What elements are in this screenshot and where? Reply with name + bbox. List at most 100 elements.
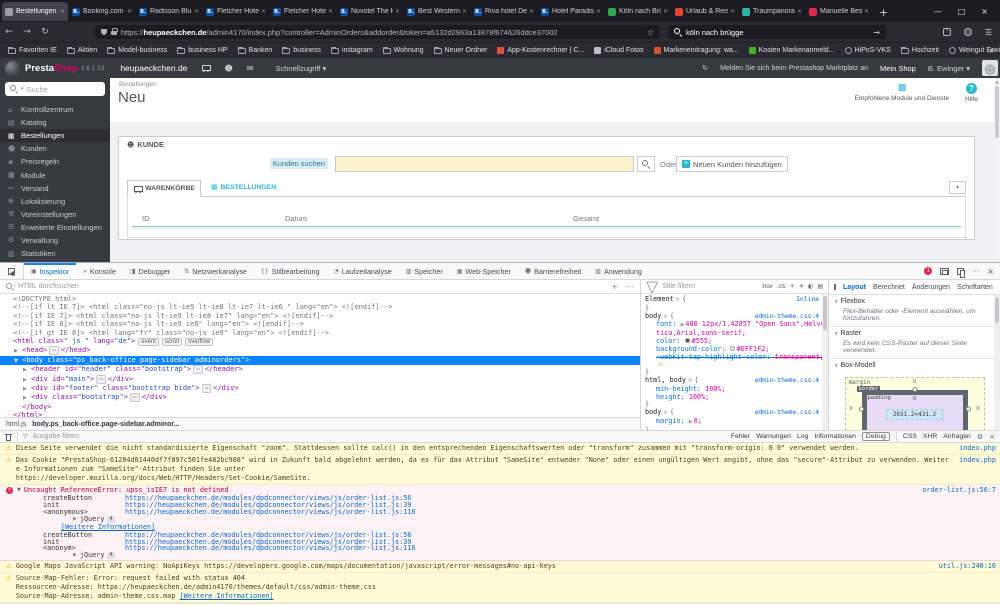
- rule-gear-icon[interactable]: ⚙: [676, 297, 680, 303]
- class-toggle-button[interactable]: .cls: [777, 284, 786, 290]
- devtools-tab[interactable]: Konsole: [76, 263, 123, 279]
- sidebar-menu-item[interactable]: Voreinstellungen: [0, 208, 110, 221]
- rule-selector[interactable]: body: [645, 312, 661, 320]
- console-settings-icon[interactable]: ⚙: [977, 433, 983, 441]
- tab-close-icon[interactable]: ×: [395, 8, 400, 15]
- bookmark-item[interactable]: HiPoS-VKS: [845, 47, 891, 54]
- message-source-link[interactable]: util.js:240:16: [939, 562, 996, 570]
- tab-close-icon[interactable]: ×: [127, 8, 132, 15]
- account-icon[interactable]: [964, 28, 972, 36]
- html-tree-line[interactable]: <!DOCTYPE html>: [0, 295, 640, 303]
- sidebar-menu-item[interactable]: Module: [0, 168, 110, 181]
- bookmark-item[interactable]: Favoriten IE: [8, 47, 57, 54]
- bookmark-item[interactable]: Neuer Ordner: [434, 47, 488, 54]
- search-scope-caret-icon[interactable]: ▾: [21, 86, 24, 92]
- twisty-icon[interactable]: ▶: [23, 385, 31, 393]
- bookmark-item[interactable]: Banken: [238, 47, 273, 54]
- customer-search-button[interactable]: [637, 156, 655, 172]
- search-input[interactable]: köln nach brügge: [686, 28, 869, 37]
- rule-gear-icon[interactable]: ⚙: [688, 378, 692, 384]
- error-count-badge[interactable]: 1: [924, 267, 932, 275]
- twisty-icon[interactable]: ▶: [14, 347, 22, 355]
- console-message[interactable]: ⚠Source-Map-Fehler: Error: request faile…: [0, 573, 1000, 603]
- rule-selector-row[interactable]: InlineElement⚙{: [645, 296, 828, 305]
- devtools-tab[interactable]: Anwendung: [588, 263, 649, 279]
- window-minimize-button[interactable]: —: [934, 7, 942, 16]
- inspector-breadcrumbs[interactable]: html.js body.ps_back-office.page-sidebar…: [0, 417, 640, 430]
- stack-source-link[interactable]: https://heupaeckchen.de/modules/dpdconne…: [125, 509, 416, 516]
- console-filter-button[interactable]: Anfragen: [943, 433, 971, 440]
- add-rule-icon[interactable]: +: [790, 283, 795, 290]
- devtools-tab[interactable]: Web-Speicher: [450, 263, 518, 279]
- message-source-link[interactable]: order-list.js:56:7: [922, 486, 996, 494]
- browser-tab[interactable]: B. Fletcher Hotel- ×: [203, 2, 269, 21]
- tab-carts[interactable]: WARENKÖRBE: [127, 180, 201, 197]
- tab-orders[interactable]: BESTELLUNGEN: [211, 183, 276, 191]
- light-mode-icon[interactable]: ☀: [799, 283, 804, 290]
- html-tree-line[interactable]: <!--[if gt IE 8]> <html lang="fr" class=…: [0, 329, 640, 337]
- html-tree-line[interactable]: ▼<body class="ps_back-office page-sideba…: [0, 356, 640, 365]
- console-close-icon[interactable]: ×: [989, 433, 995, 441]
- panel-collapse-button[interactable]: ▾: [949, 181, 966, 194]
- console-filter-button[interactable]: CSS: [903, 433, 917, 440]
- column-header-total[interactable]: Gesamt: [573, 214, 599, 223]
- tab-close-icon[interactable]: ×: [261, 8, 266, 15]
- devtools-tab[interactable]: Stilbearbeitung: [254, 263, 327, 279]
- stack-group[interactable]: ▶jQuery4: [17, 552, 914, 559]
- back-button[interactable]: ←: [0, 27, 18, 37]
- devtools-tab[interactable]: Netzwerkanalyse: [177, 263, 254, 279]
- sidebar-menu-item[interactable]: Katalog: [0, 116, 110, 129]
- console-filter-button[interactable]: Log: [797, 433, 808, 440]
- markup-menu-icon[interactable]: ⋯: [626, 282, 634, 291]
- tab-close-icon[interactable]: ×: [529, 8, 534, 15]
- layout-scrollbar[interactable]: [994, 295, 1000, 430]
- pseudo-class-button[interactable]: :hov: [761, 284, 772, 290]
- sidebar-search-input[interactable]: ▾ Suche: [5, 82, 105, 96]
- sidebar-menu-item[interactable]: Erweiterte Einstellungen: [0, 221, 110, 234]
- box-model-diagram[interactable]: margin 0 0 0 border padding 0 2031.2×431…: [845, 377, 985, 430]
- tab-close-icon[interactable]: ×: [596, 8, 601, 15]
- clear-console-icon[interactable]: [5, 433, 12, 441]
- bookmark-item[interactable]: Aktien: [67, 47, 97, 54]
- html-tree-line[interactable]: ▶<div id="footer" class="bootstrap hide"…: [0, 384, 640, 393]
- bookmark-item[interactable]: business: [282, 47, 321, 54]
- browser-tab[interactable]: B. Fletcher Hotel F ×: [270, 2, 336, 21]
- help-button[interactable]: ? Hilfe: [965, 83, 978, 103]
- rule-source-link[interactable]: admin-theme.css:4: [755, 313, 828, 321]
- bookmark-item[interactable]: Wohnung: [383, 47, 424, 54]
- rule-selector[interactable]: Element: [645, 295, 674, 303]
- browser-tab[interactable]: Urlaub & Reisen ×: [672, 2, 738, 21]
- tab-close-icon[interactable]: ×: [194, 8, 199, 15]
- user-menu[interactable]: B. Ewinger ▾: [928, 64, 970, 73]
- devtools-tab[interactable]: Debugger: [123, 263, 177, 279]
- color-swatch-icon[interactable]: [685, 338, 690, 343]
- menu-icon[interactable]: ☰: [985, 28, 992, 37]
- bookmark-item[interactable]: Model-business: [107, 47, 167, 54]
- browser-tab[interactable]: B. Booking.com : ×: [69, 2, 135, 21]
- bookmark-item[interactable]: instagram: [331, 47, 373, 54]
- message-source-link[interactable]: index.php: [959, 444, 996, 452]
- layout-pane-tab[interactable]: Änderungen: [912, 284, 950, 291]
- content-size-value[interactable]: 2031.2×431.2: [886, 409, 943, 420]
- stack-source-link[interactable]: https://heupaeckchen.de/modules/dpdconne…: [125, 545, 416, 552]
- devtools-tab[interactable]: Inspektor: [24, 263, 76, 279]
- margin-top-value[interactable]: 0: [913, 379, 916, 385]
- node-badge[interactable]: event: [138, 338, 159, 346]
- prestashop-logo[interactable]: [5, 61, 20, 76]
- breadcrumb-html[interactable]: html.js: [6, 421, 26, 428]
- browser-tab[interactable]: B. Best Western M ×: [404, 2, 470, 21]
- tab-close-icon[interactable]: ×: [60, 8, 65, 15]
- bookmark-item[interactable]: Hochzeit: [901, 47, 939, 54]
- css-declaration[interactable]: margin: ▶0;: [645, 418, 828, 427]
- bookmark-item[interactable]: iCloud Fotos: [594, 47, 643, 54]
- pane-split-icon[interactable]: [834, 284, 836, 290]
- shop-name-link[interactable]: heupaeckchen.de: [120, 63, 187, 73]
- devtools-tab[interactable]: Laufzeitanalyse: [327, 263, 399, 279]
- twisty-icon[interactable]: ▶: [73, 552, 77, 559]
- browser-tab[interactable]: Köln nach Brügg ×: [605, 2, 671, 21]
- customer-search-input[interactable]: [335, 156, 634, 172]
- devtools-menu-icon[interactable]: ⋯: [972, 267, 979, 275]
- tracking-shield-icon[interactable]: [101, 29, 107, 36]
- column-header-id[interactable]: ID: [142, 214, 150, 223]
- breadcrumb[interactable]: Bestellungen: [119, 81, 157, 88]
